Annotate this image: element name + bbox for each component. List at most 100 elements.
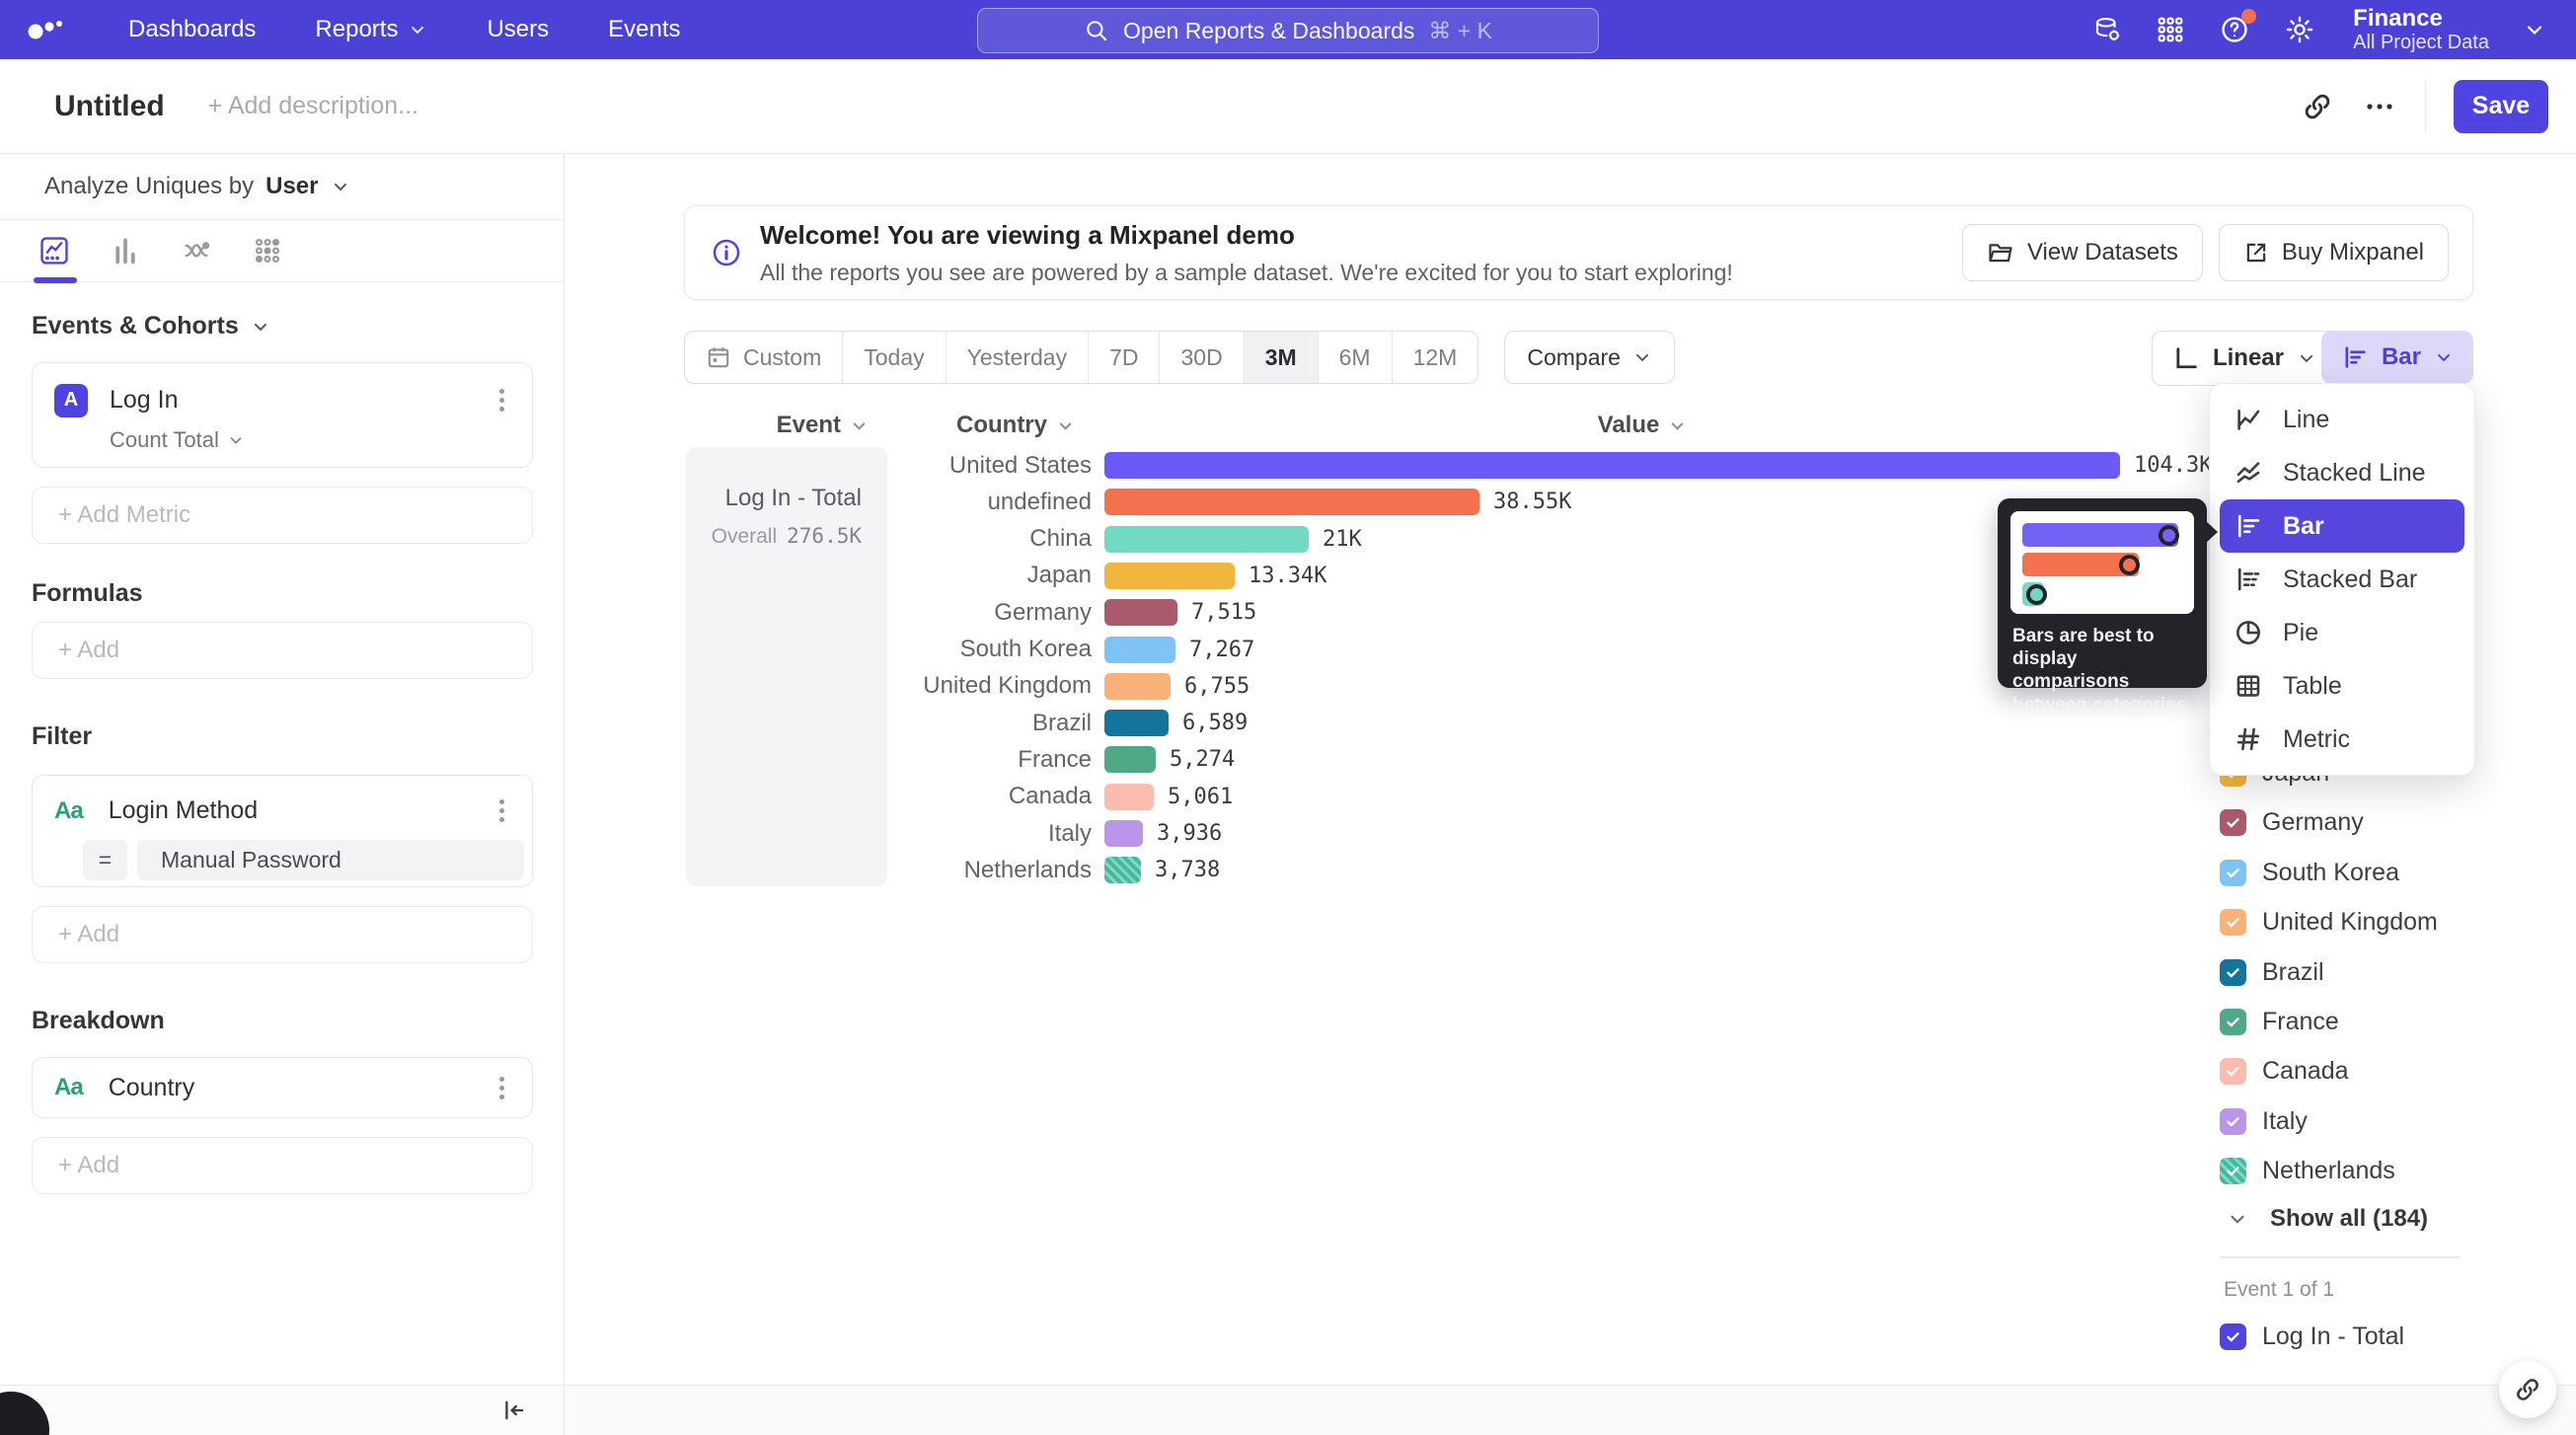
help-icon[interactable] <box>2219 14 2250 45</box>
range-custom[interactable]: Custom <box>685 332 843 383</box>
add-description[interactable]: + Add description... <box>208 92 418 120</box>
country-value: 7,515 <box>1191 600 1256 625</box>
menu-item-metric[interactable]: Metric <box>2210 713 2474 766</box>
legend-item-brazil[interactable]: Brazil <box>2220 958 2324 987</box>
checkbox-checked[interactable] <box>2220 1009 2246 1035</box>
breakdown-property-name[interactable]: Country <box>109 1074 195 1102</box>
tab-flows[interactable] <box>180 220 213 281</box>
range-6m[interactable]: 6M <box>1319 332 1393 383</box>
menu-item-stacked-line[interactable]: Stacked Line <box>2210 446 2474 499</box>
country-bar[interactable] <box>1104 820 1143 847</box>
add-filter-button[interactable]: + Add <box>32 906 533 963</box>
collapse-sidebar-icon[interactable] <box>500 1397 528 1424</box>
legend-item-france[interactable]: France <box>2220 1008 2339 1036</box>
checkbox-checked[interactable] <box>2220 1058 2246 1085</box>
filter-property-name[interactable]: Login Method <box>109 796 259 825</box>
breakdown-options-icon[interactable] <box>493 1071 510 1105</box>
chart-type-button[interactable]: Bar <box>2321 331 2473 384</box>
filter-value[interactable]: Manual Password <box>137 840 524 880</box>
legend-event-item[interactable]: Log In - Total <box>2220 1322 2404 1351</box>
view-datasets-button[interactable]: View Datasets <box>1962 224 2203 281</box>
filter-options-icon[interactable] <box>493 793 510 828</box>
nav-item-users[interactable]: Users <box>487 16 549 43</box>
menu-item-stacked-bar[interactable]: Stacked Bar <box>2210 553 2474 606</box>
country-bar[interactable] <box>1104 452 2120 479</box>
country-bar[interactable] <box>1104 857 1141 883</box>
country-bar[interactable] <box>1104 784 1154 810</box>
checkbox-checked[interactable] <box>2220 809 2246 836</box>
range-30d[interactable]: 30D <box>1160 332 1244 383</box>
country-label: Brazil <box>565 710 1092 737</box>
search-input[interactable]: Open Reports & Dashboards ⌘ + K <box>977 8 1599 53</box>
menu-item-line[interactable]: Line <box>2210 393 2474 446</box>
legend-item-italy[interactable]: Italy <box>2220 1107 2308 1136</box>
country-bar[interactable] <box>1104 710 1169 736</box>
range-12m[interactable]: 12M <box>1393 332 1478 383</box>
range-7d[interactable]: 7D <box>1089 332 1160 383</box>
checkbox-checked[interactable] <box>2220 860 2246 886</box>
country-bar[interactable] <box>1104 563 1235 589</box>
metric-card-log-in[interactable]: A Log In Count Total <box>32 362 533 468</box>
add-breakdown-button[interactable]: + Add <box>32 1137 533 1194</box>
metric-event-name[interactable]: Log In <box>110 386 179 415</box>
events-cohorts-header[interactable]: Events & Cohorts <box>32 312 533 340</box>
data-management-icon[interactable] <box>2092 15 2122 44</box>
legend-item-netherlands[interactable]: Netherlands <box>2220 1157 2395 1185</box>
filter-card-login-method[interactable]: Aa Login Method = Manual Password <box>32 775 533 887</box>
country-bar[interactable] <box>1104 599 1177 626</box>
nav-item-dashboards[interactable]: Dashboards <box>128 16 256 43</box>
event-column-header[interactable]: Event <box>671 412 869 439</box>
filter-operator[interactable]: = <box>83 840 127 880</box>
tab-funnels[interactable] <box>109 220 142 281</box>
more-options-icon[interactable] <box>2362 90 2397 123</box>
buy-mixpanel-button[interactable]: Buy Mixpanel <box>2219 224 2449 281</box>
metric-options-icon[interactable] <box>493 383 510 417</box>
chevron-down-icon <box>850 416 869 435</box>
aggregation-selector[interactable]: Count Total <box>110 427 532 453</box>
legend-item-south-korea[interactable]: South Korea <box>2220 859 2399 887</box>
checkbox-checked[interactable] <box>2220 1158 2246 1184</box>
save-button[interactable]: Save <box>2454 80 2548 133</box>
checkbox-checked[interactable] <box>2220 1108 2246 1135</box>
country-bar[interactable] <box>1104 526 1309 553</box>
tab-retention[interactable] <box>251 220 284 281</box>
nav-items: Dashboards Reports Users Events <box>128 16 681 43</box>
range-yesterday[interactable]: Yesterday <box>947 332 1089 383</box>
add-metric-button[interactable]: + Add Metric <box>32 487 533 544</box>
legend-item-canada[interactable]: Canada <box>2220 1057 2349 1086</box>
apps-grid-icon[interactable] <box>2156 15 2185 44</box>
range-today[interactable]: Today <box>843 332 946 383</box>
mixpanel-logo-icon[interactable] <box>26 15 71 44</box>
tab-insights[interactable] <box>38 220 71 281</box>
add-formula-button[interactable]: + Add <box>32 622 533 679</box>
country-bar[interactable] <box>1104 673 1171 700</box>
checkbox-checked[interactable] <box>2220 959 2246 986</box>
compare-button[interactable]: Compare <box>1504 331 1675 384</box>
copy-link-icon[interactable] <box>2301 90 2334 123</box>
nav-item-reports[interactable]: Reports <box>315 16 427 43</box>
country-bar[interactable] <box>1104 746 1156 773</box>
chevron-down-icon[interactable] <box>2523 18 2546 41</box>
legend-show-all[interactable]: Show all (184) <box>2227 1205 2428 1233</box>
project-switcher[interactable]: Finance All Project Data <box>2353 5 2489 55</box>
value-column-header[interactable]: Value <box>1544 412 1741 439</box>
chevron-down-icon[interactable] <box>331 177 350 196</box>
checkbox-checked[interactable] <box>2220 909 2246 936</box>
breakdown-card-country[interactable]: Aa Country <box>32 1057 533 1118</box>
report-title[interactable]: Untitled <box>54 90 165 123</box>
country-bar[interactable] <box>1104 637 1175 663</box>
scale-selector-button[interactable]: Linear <box>2152 331 2337 386</box>
menu-item-bar[interactable]: Bar <box>2220 499 2464 553</box>
legend-item-united-kingdom[interactable]: United Kingdom <box>2220 908 2438 937</box>
menu-item-table[interactable]: Table <box>2210 659 2474 713</box>
settings-gear-icon[interactable] <box>2284 14 2315 45</box>
share-link-button[interactable] <box>2499 1361 2556 1418</box>
nav-item-events[interactable]: Events <box>608 16 680 43</box>
range-3m[interactable]: 3M <box>1245 332 1319 383</box>
checkbox-checked[interactable] <box>2220 1323 2246 1350</box>
country-column-header[interactable]: Country <box>877 412 1075 439</box>
country-bar[interactable] <box>1104 489 1479 515</box>
menu-item-pie[interactable]: Pie <box>2210 606 2474 659</box>
legend-item-germany[interactable]: Germany <box>2220 808 2364 837</box>
analyze-value[interactable]: User <box>265 173 318 200</box>
